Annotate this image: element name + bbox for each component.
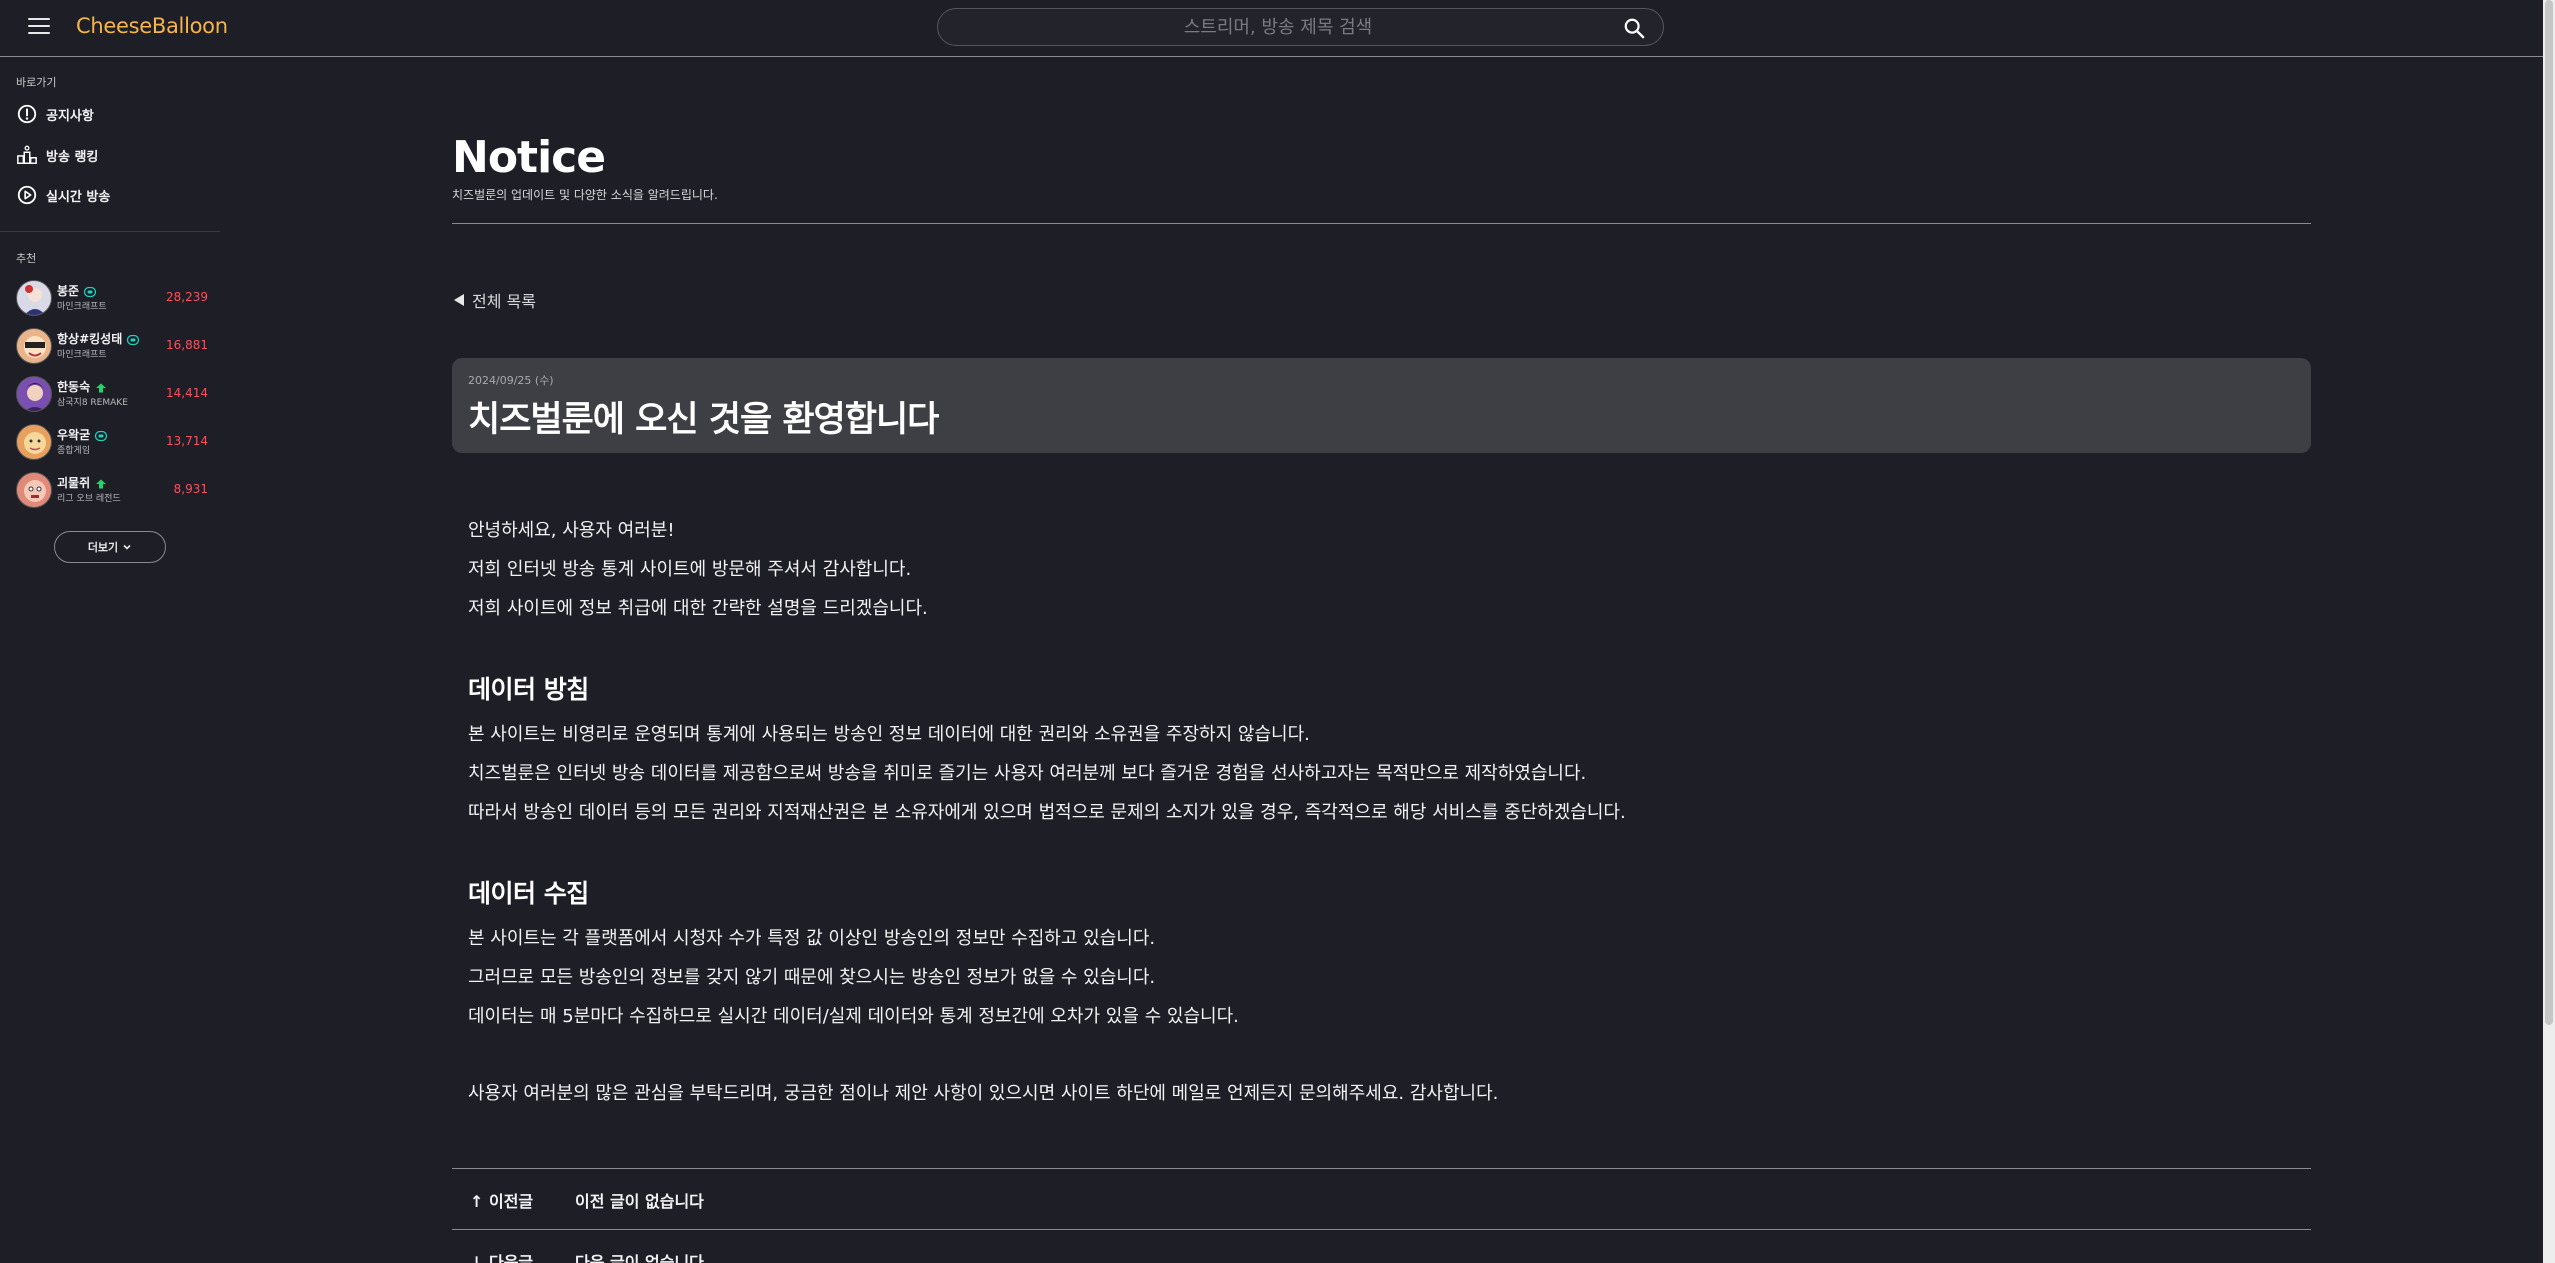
chzzk-platform-icon — [95, 430, 108, 441]
recommended-streamer[interactable]: 한동숙 삼국지8 REMAKE 14,414 — [14, 372, 208, 416]
shortcuts-label: 바로가기 — [16, 76, 57, 89]
top-header: CheeseBalloon — [0, 0, 2543, 57]
streamer-category: 마인크래프트 — [57, 302, 107, 312]
post-paragraph: 저희 사이트에 정보 취급에 대한 간략한 설명을 드리겠습니다. — [468, 598, 928, 619]
streamer-name: 괴물쥐 — [57, 474, 107, 491]
play-circle-icon — [17, 185, 37, 205]
back-to-list-label: 전체 목록 — [472, 292, 536, 311]
post-title: 치즈벌룬에 오신 것을 환영합니다 — [468, 400, 939, 440]
streamer-category: 리그 오브 레전드 — [57, 494, 121, 504]
avatar — [16, 424, 52, 460]
viewer-count: 8,931 — [173, 482, 208, 496]
streamer-category: 마인크래프트 — [57, 350, 107, 360]
previous-post-value: 이전 글이 없습니다 — [575, 1192, 704, 1211]
chevron-down-icon — [123, 544, 131, 550]
recommended-streamer[interactable]: 항상#킹성태 마인크래프트 16,881 — [14, 324, 208, 368]
site-logo[interactable]: CheeseBalloon — [76, 14, 228, 38]
soop-platform-icon — [96, 479, 107, 488]
post-header: 2024/09/25 (수) 치즈벌룬에 오신 것을 환영합니다 — [452, 358, 2311, 453]
viewer-count: 16,881 — [166, 338, 208, 352]
recommended-streamer[interactable]: 우왁굳 종합게임 13,714 — [14, 420, 208, 464]
title-divider — [452, 223, 2311, 224]
podium-icon — [17, 145, 37, 164]
post-paragraph: 치즈벌룬은 인터넷 방송 데이터를 제공함으로써 방송을 취미로 즐기는 사용자… — [468, 763, 1587, 784]
streamer-name: 한동숙 — [57, 378, 107, 395]
next-post-value: 다음 글이 없습니다 — [575, 1253, 704, 1263]
recommended-streamer[interactable]: 봉준 마인크래프트 28,239 — [14, 276, 208, 320]
avatar — [16, 328, 52, 364]
post-paragraph: 본 사이트는 각 플랫폼에서 시청자 수가 특정 값 이상인 방송인의 정보만 … — [468, 928, 1156, 949]
soop-platform-icon — [96, 383, 107, 392]
viewer-count: 14,414 — [166, 386, 208, 400]
post-paragraph: 본 사이트는 비영리로 운영되며 통계에 사용되는 방송인 정보 데이터에 대한… — [468, 724, 1310, 745]
post-paragraph: 저희 인터넷 방송 통계 사이트에 방문해 주셔서 감사합니다. — [468, 559, 912, 580]
page-subtitle: 치즈벌룬의 업데이트 및 다양한 소식을 알려드립니다. — [452, 188, 718, 202]
section-heading: 데이터 방침 — [468, 675, 589, 704]
show-more-button[interactable]: 더보기 — [54, 531, 166, 563]
next-post-label: ↓ 다음글 — [470, 1253, 534, 1263]
recommend-label: 추천 — [16, 252, 37, 265]
back-to-list-link[interactable]: 전체 목록 — [454, 288, 536, 312]
search-icon[interactable] — [1623, 17, 1645, 39]
viewer-count: 28,239 — [166, 290, 208, 304]
page-scrollbar[interactable] — [2543, 0, 2555, 1263]
post-paragraph: 사용자 여러분의 많은 관심을 부탁드리며, 궁금한 점이나 제안 사항이 있으… — [468, 1083, 1499, 1104]
search-input[interactable] — [958, 9, 1598, 45]
sidebar-item-label: 공지사항 — [46, 108, 94, 124]
page-title: Notice — [452, 132, 606, 183]
streamer-name: 항상#킹성태 — [57, 330, 140, 347]
chzzk-platform-icon — [84, 286, 97, 297]
avatar — [16, 472, 52, 508]
avatar — [16, 280, 52, 316]
post-paragraph: 그러므로 모든 방송인의 정보를 갖지 않기 때문에 찾으시는 방송인 정보가 … — [468, 967, 1156, 988]
post-paragraph: 안녕하세요, 사용자 여러분! — [468, 520, 675, 541]
sidebar-divider — [0, 231, 220, 232]
triangle-left-icon — [454, 294, 464, 306]
show-more-label: 더보기 — [87, 541, 119, 554]
sidebar-item-notice[interactable]: 공지사항 — [16, 101, 94, 127]
sidebar-item-ranking[interactable]: 방송 랭킹 — [16, 142, 98, 168]
streamer-category: 삼국지8 REMAKE — [57, 398, 128, 408]
exclamation-circle-icon — [17, 104, 37, 124]
next-post-link[interactable]: ↓ 다음글 다음 글이 없습니다 — [452, 1230, 2311, 1263]
section-heading: 데이터 수집 — [468, 879, 589, 908]
avatar — [16, 376, 52, 412]
post-paragraph: 따라서 방송인 데이터 등의 모든 권리와 지적재산권은 본 소유자에게 있으며… — [468, 802, 1626, 823]
sidebar-item-label: 실시간 방송 — [46, 189, 111, 205]
sidebar-item-live[interactable]: 실시간 방송 — [16, 182, 110, 208]
chzzk-platform-icon — [127, 334, 140, 345]
sidebar-item-label: 방송 랭킹 — [46, 149, 99, 165]
streamer-name: 우왁굳 — [57, 426, 108, 443]
post-paragraph: 데이터는 매 5분마다 수집하므로 실시간 데이터/실제 데이터와 통계 정보간… — [468, 1006, 1239, 1027]
menu-icon[interactable] — [28, 18, 50, 36]
previous-post-label: ↑ 이전글 — [470, 1192, 534, 1211]
scrollbar-thumb[interactable] — [2545, 0, 2553, 1025]
viewer-count: 13,714 — [166, 434, 208, 448]
streamer-category: 종합게임 — [57, 446, 91, 456]
recommended-streamer[interactable]: 괴물쥐 리그 오브 레전드 8,931 — [14, 468, 208, 512]
streamer-name: 봉준 — [57, 282, 97, 299]
post-date: 2024/09/25 (수) — [468, 374, 554, 387]
sidebar: 바로가기 공지사항 방송 랭킹 실시간 방송 추천 봉준 마인크래프트 28,2… — [0, 58, 220, 1263]
search-bar — [937, 8, 1664, 46]
previous-post-link[interactable]: ↑ 이전글 이전 글이 없습니다 — [452, 1169, 2311, 1229]
